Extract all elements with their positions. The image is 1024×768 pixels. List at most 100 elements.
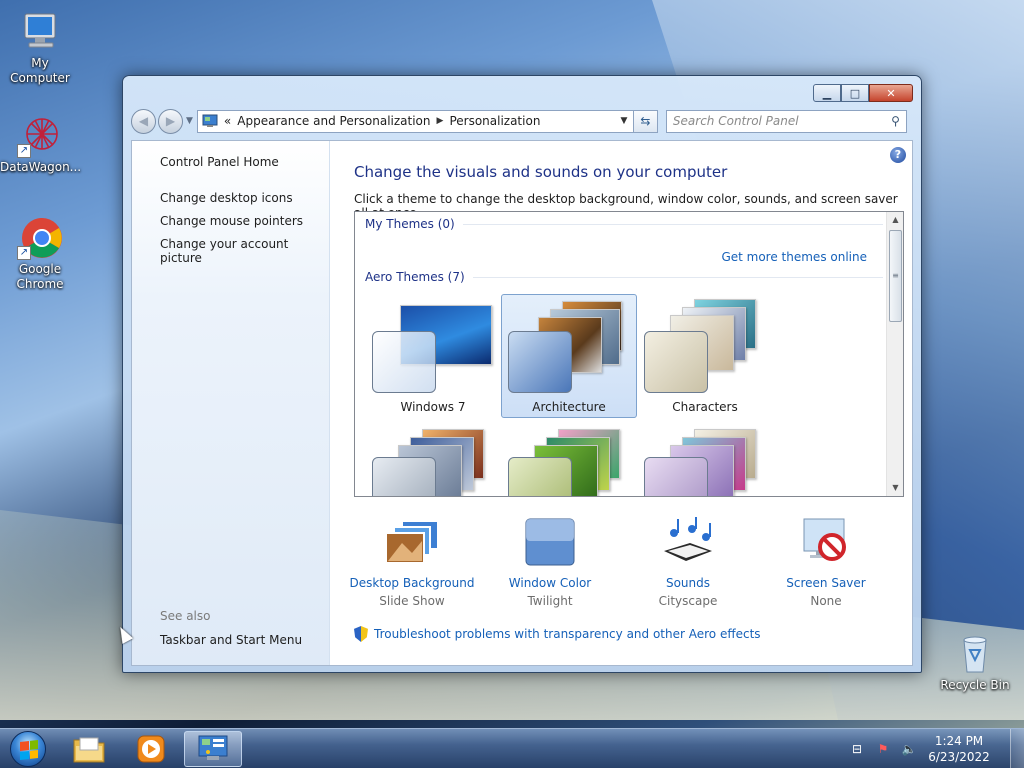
window-color-swatch — [372, 457, 436, 496]
theme-tile[interactable] — [637, 424, 773, 496]
clock[interactable]: 1:24 PM 6/23/2022 — [922, 733, 996, 765]
system-tray: ⊟ ⚑ 🔈 1:24 PM 6/23/2022 — [844, 729, 1024, 768]
desktop-icon-google-chrome[interactable]: ↗ Google Chrome — [0, 214, 80, 292]
group-header-label: Aero Themes (7) — [365, 270, 465, 284]
address-overflow[interactable]: « — [224, 114, 231, 128]
change-desktop-icons-link[interactable]: Change desktop icons — [160, 191, 293, 205]
search-placeholder: Search Control Panel — [672, 114, 799, 128]
taskbar-control-panel-button[interactable] — [184, 731, 242, 767]
scroll-down-icon[interactable]: ▼ — [887, 480, 903, 496]
show-desktop-button[interactable] — [1010, 729, 1024, 768]
troubleshoot-transparency-link[interactable]: Troubleshoot problems with transparency … — [354, 626, 761, 642]
start-button[interactable] — [4, 729, 52, 768]
scroll-up-icon[interactable]: ▲ — [887, 212, 903, 228]
group-header-label: My Themes (0) — [365, 217, 455, 231]
change-mouse-pointers-link[interactable]: Change mouse pointers — [160, 214, 303, 228]
theme-label: Characters — [672, 400, 738, 414]
address-dropdown-icon[interactable]: ▼ — [615, 116, 633, 126]
personalization-settings-row: Desktop Background Slide Show Window Col… — [342, 517, 902, 617]
minimize-button[interactable]: ▁ — [813, 84, 841, 102]
desktop-background-icon — [384, 517, 440, 567]
windows-orb-icon — [10, 731, 46, 767]
folder-icon — [73, 737, 105, 763]
refresh-button[interactable]: ⇆ — [633, 109, 658, 133]
shortcut-arrow-icon: ↗ — [17, 246, 31, 260]
theme-label: Architecture — [532, 400, 606, 414]
forward-button[interactable]: ▶ — [158, 108, 183, 134]
taskbar-media-player-button[interactable] — [122, 731, 180, 767]
group-header-aero-themes[interactable]: Aero Themes (7) — [365, 270, 883, 284]
window-color-icon — [522, 517, 578, 567]
screen-saver-icon — [798, 517, 854, 567]
window-color-setting[interactable]: Window Color Twilight — [480, 517, 620, 611]
desktop-icon-label: Recycle Bin — [940, 678, 1010, 692]
desktop-background-setting[interactable]: Desktop Background Slide Show — [342, 517, 482, 611]
setting-name: Sounds — [665, 576, 711, 590]
window-caption-buttons: ▁ □ ✕ — [813, 84, 913, 102]
window-color-swatch — [372, 331, 436, 393]
close-button[interactable]: ✕ — [869, 84, 913, 102]
window-color-swatch — [644, 331, 708, 393]
minimize-icon: ▁ — [822, 86, 832, 100]
page-title: Change the visuals and sounds on your co… — [354, 163, 728, 181]
desktop-icon-my-computer[interactable]: My Computer — [0, 8, 80, 86]
desktop-icon-datawagon[interactable]: ↗ DataWagon... — [0, 112, 82, 175]
theme-tile[interactable] — [501, 424, 637, 496]
window-color-swatch — [508, 457, 572, 496]
action-center-flag-icon[interactable]: ⚑ — [875, 741, 891, 757]
search-icon[interactable]: ⚲ — [891, 114, 900, 128]
search-input[interactable]: Search Control Panel ⚲ — [665, 109, 907, 133]
chrome-icon: ↗ — [17, 214, 63, 260]
setting-name: Desktop Background — [349, 576, 475, 590]
sounds-icon — [660, 517, 716, 567]
sounds-setting[interactable]: Sounds Cityscape — [618, 517, 758, 611]
screen-saver-setting[interactable]: Screen Saver None — [756, 517, 896, 611]
desktop-icon-label: My Computer — [10, 56, 70, 85]
taskbar: ⊟ ⚑ 🔈 1:24 PM 6/23/2022 — [0, 728, 1024, 768]
desktop-icon-recycle-bin[interactable]: Recycle Bin — [935, 630, 1015, 693]
shortcut-arrow-icon: ↗ — [17, 144, 31, 158]
clock-date: 6/23/2022 — [928, 750, 990, 764]
content-area: Control Panel Home Change desktop icons … — [131, 140, 913, 666]
help-icon[interactable]: ? — [890, 147, 906, 163]
left-navigation-pane: Control Panel Home Change desktop icons … — [132, 141, 330, 665]
theme-tile-architecture[interactable]: Architecture — [501, 294, 637, 418]
taskbar-start-menu-link[interactable]: Taskbar and Start Menu — [160, 633, 302, 647]
maximize-button[interactable]: □ — [841, 84, 869, 102]
main-pane: ? Change the visuals and sounds on your … — [330, 141, 912, 665]
control-panel-home-link[interactable]: Control Panel Home — [160, 155, 279, 169]
recent-pages-dropdown-icon[interactable]: ▼ — [186, 116, 193, 126]
theme-tile-characters[interactable]: Characters — [637, 294, 773, 418]
breadcrumb-separator-icon[interactable]: ▶ — [437, 116, 444, 126]
maximize-icon: □ — [849, 86, 861, 100]
back-button[interactable]: ◀ — [131, 108, 156, 134]
theme-list[interactable]: My Themes (0) Get more themes online Aer… — [354, 211, 904, 497]
get-more-themes-link[interactable]: Get more themes online — [721, 250, 867, 264]
group-header-my-themes[interactable]: My Themes (0) — [365, 217, 883, 231]
address-bar[interactable]: « Appearance and Personalization ▶ Perso… — [196, 109, 634, 133]
volume-icon[interactable]: 🔈 — [901, 741, 917, 757]
taskbar-explorer-button[interactable] — [60, 731, 118, 767]
window-color-swatch — [508, 331, 572, 393]
personalization-window[interactable]: ▁ □ ✕ ◀ ▶ ▼ « Appearance and Personaliza… — [122, 75, 922, 673]
network-icon[interactable]: ⊟ — [849, 741, 865, 757]
group-divider — [462, 223, 883, 225]
clock-time: 1:24 PM — [934, 734, 984, 748]
setting-name: Screen Saver — [786, 576, 866, 590]
desktop-icon-label: DataWagon... — [0, 160, 82, 174]
scroll-thumb[interactable]: ≡ — [889, 230, 902, 322]
theme-list-scrollbar[interactable]: ▲ ≡ ▼ — [886, 212, 903, 496]
close-icon: ✕ — [886, 86, 896, 100]
media-player-icon — [137, 735, 165, 763]
setting-value: None — [810, 594, 842, 608]
change-account-picture-link[interactable]: Change your account picture — [160, 237, 329, 265]
breadcrumb-personalization[interactable]: Personalization — [449, 114, 540, 128]
forward-arrow-icon: ▶ — [165, 114, 176, 128]
breadcrumb-appearance[interactable]: Appearance and Personalization — [237, 114, 430, 128]
setting-value: Slide Show — [379, 594, 445, 608]
theme-tile-windows-7[interactable]: Windows 7 — [365, 294, 501, 418]
setting-value: Twilight — [527, 594, 573, 608]
datawagon-icon: ↗ — [17, 112, 63, 158]
group-divider — [472, 276, 883, 278]
theme-tile[interactable] — [365, 424, 501, 496]
